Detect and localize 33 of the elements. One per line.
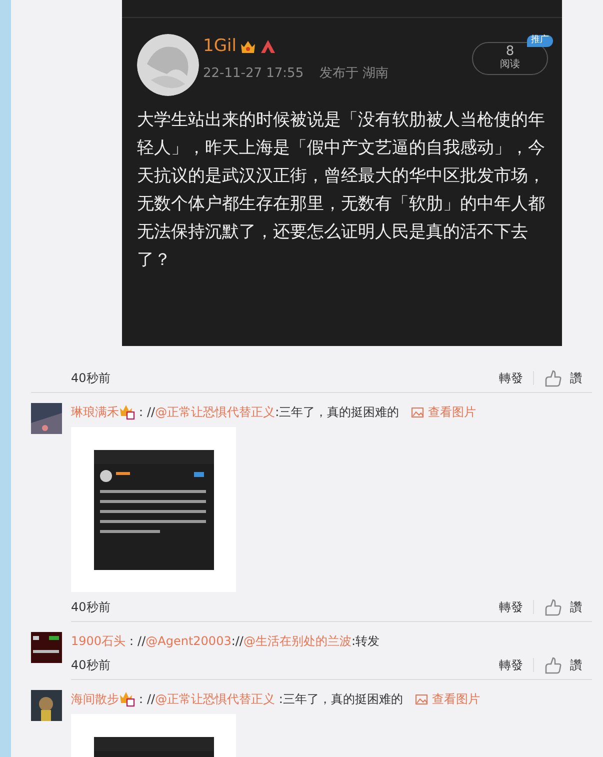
comment-text: ：//@Agent20003://@生活在别处的兰波:转发	[126, 633, 380, 650]
timestamp: 40秒前	[71, 370, 112, 386]
mention-link[interactable]: @正常让恐惧代替正义	[155, 405, 276, 419]
promo-badge: 推广	[527, 35, 553, 47]
timestamp: 40秒前	[71, 656, 112, 674]
repost-link[interactable]: 轉發	[489, 368, 533, 386]
view-image-link[interactable]: 查看图片	[411, 403, 476, 421]
image-icon	[411, 406, 424, 418]
post-text: 大学生站出来的时候被说是「没有软肋被人当枪使的年轻人」，昨天上海是「假中产文艺逼的自我感动」，今天抗议的是武汉汉正街，曾经最大的华中区批发市场，无数个体户都生存在那里，无数有「软肋」的中年人都无法保持沉默了，还要怎么证明人民是真的活不下去了？	[136, 109, 546, 272]
repost-link[interactable]: 轉發	[489, 656, 533, 674]
user-name: 1Gil	[203, 35, 236, 58]
like-button[interactable]: 讚	[534, 656, 592, 674]
post-location: 发布于 湖南	[320, 64, 389, 82]
user-name[interactable]: 琳琅满禾	[71, 403, 119, 421]
like-button[interactable]: 讚	[534, 368, 592, 386]
crown-icon	[240, 39, 256, 54]
comment-text: ：//@正常让恐惧代替正义 :三年了，真的挺困难的	[135, 691, 403, 708]
post-time: 22-11-27 17:55	[203, 64, 304, 82]
view-image-link[interactable]: 查看图片	[414, 690, 480, 708]
comment-text: ：//@正常让恐惧代替正义:三年了，真的挺困难的	[135, 404, 400, 421]
mention-link[interactable]: @正常让恐惧代替正义	[155, 692, 276, 706]
repost-link[interactable]: 轉發	[489, 598, 533, 616]
thumbs-up-icon	[544, 368, 562, 386]
thumbs-up-icon	[544, 656, 562, 674]
mention-link[interactable]: @Agent20003	[146, 634, 232, 648]
user-name[interactable]: 1900石头	[71, 632, 126, 650]
user-name[interactable]: 海间散步	[71, 690, 119, 708]
triangle-icon	[260, 39, 276, 54]
image-icon	[414, 692, 428, 706]
like-button[interactable]: 讚	[534, 598, 592, 616]
mention-link[interactable]: @生活在别处的兰波	[243, 634, 352, 648]
thumbs-up-icon	[544, 598, 562, 616]
timestamp: 40秒前	[71, 598, 112, 616]
